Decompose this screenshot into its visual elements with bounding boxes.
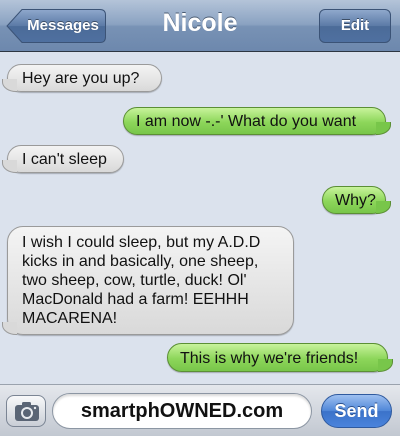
message-text: This is why we're friends! — [180, 350, 359, 367]
message-input[interactable]: smartphOWNED.com — [52, 393, 312, 429]
message-bubble-sent: Why? — [322, 186, 391, 214]
camera-icon — [15, 402, 39, 421]
edit-button[interactable]: Edit — [319, 9, 391, 43]
camera-button[interactable] — [6, 395, 46, 427]
message-text: I wish I could sleep, but my A.D.D kicks… — [22, 234, 261, 327]
message-text: Why? — [335, 192, 376, 209]
send-button[interactable]: Send — [321, 394, 392, 428]
compose-bar: smartphOWNED.com Send — [0, 384, 400, 436]
message-list[interactable]: Hey are you up? I am now -.-' What do yo… — [0, 52, 400, 384]
message-bubble-received: I wish I could sleep, but my A.D.D kicks… — [2, 226, 294, 335]
message-bubble-received: Hey are you up? — [2, 64, 162, 92]
message-text: I can't sleep — [22, 151, 107, 168]
message-text: Hey are you up? — [22, 70, 140, 87]
message-bubble-sent: This is why we're friends! — [167, 343, 393, 372]
navigation-bar: Messages Nicole Edit — [0, 0, 400, 52]
message-bubble-sent: I am now -.-' What do you want — [123, 107, 391, 135]
message-text: I am now -.-' What do you want — [136, 113, 357, 130]
message-bubble-received: I can't sleep — [2, 145, 124, 173]
